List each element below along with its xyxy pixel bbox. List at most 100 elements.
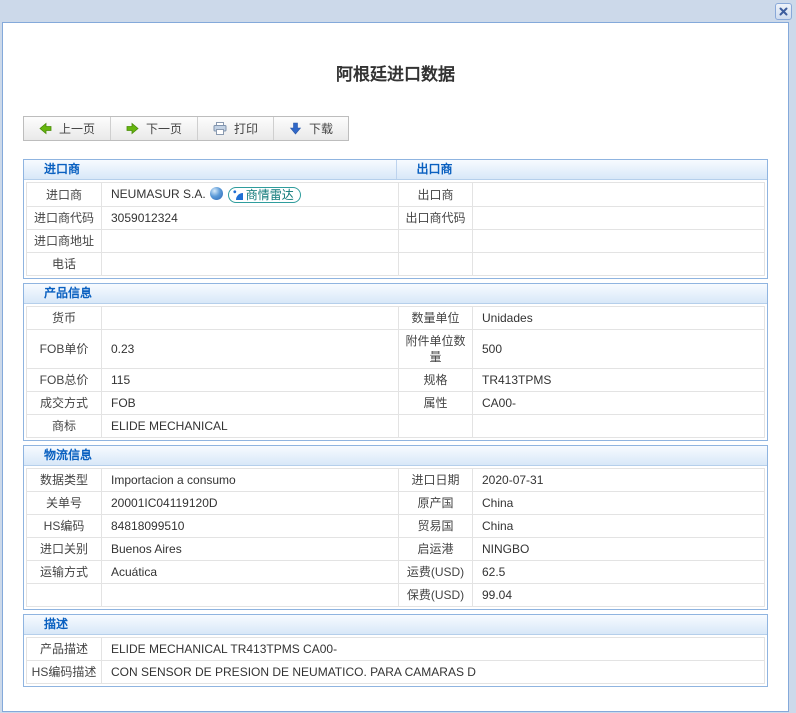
field-value bbox=[473, 207, 765, 230]
radar-icon bbox=[232, 189, 244, 201]
field-value: CON SENSOR DE PRESION DE NEUMATICO. PARA… bbox=[102, 661, 765, 684]
toolbar: 上一页 下一页 打印 下载 bbox=[23, 116, 349, 141]
field-label: 运输方式 bbox=[27, 561, 102, 584]
section-title-logistics: 物流信息 bbox=[24, 446, 767, 465]
field-label: 产品描述 bbox=[27, 638, 102, 661]
table-row: 产品描述 ELIDE MECHANICAL TR413TPMS CA00- bbox=[27, 638, 765, 661]
description-table: 产品描述 ELIDE MECHANICAL TR413TPMS CA00- HS… bbox=[26, 637, 765, 684]
field-label bbox=[27, 584, 102, 607]
table-row: HS编码 84818099510 贸易国 China bbox=[27, 515, 765, 538]
section-logistics: 物流信息 数据类型 Importacion a consumo 进口日期 202… bbox=[23, 445, 768, 610]
field-label: 出口商 bbox=[399, 183, 473, 207]
table-row: HS编码描述 CON SENSOR DE PRESION DE NEUMATIC… bbox=[27, 661, 765, 684]
badge-label: 商情雷达 bbox=[246, 187, 294, 203]
field-label bbox=[399, 253, 473, 276]
field-value bbox=[102, 253, 399, 276]
field-label: 成交方式 bbox=[27, 392, 102, 415]
field-value: China bbox=[473, 515, 765, 538]
globe-icon[interactable] bbox=[210, 187, 223, 200]
printer-icon bbox=[213, 122, 227, 135]
next-page-label: 下一页 bbox=[146, 120, 182, 137]
field-label: HS编码 bbox=[27, 515, 102, 538]
field-label: 原产国 bbox=[399, 492, 473, 515]
field-value bbox=[102, 230, 399, 253]
field-label: 进口商 bbox=[27, 183, 102, 207]
field-value bbox=[473, 230, 765, 253]
dialog: 阿根廷进口数据 上一页 下一页 打印 bbox=[2, 22, 789, 712]
field-label: 进口商代码 bbox=[27, 207, 102, 230]
field-label: 贸易国 bbox=[399, 515, 473, 538]
field-label: 商标 bbox=[27, 415, 102, 438]
table-row: FOB单价 0.23 附件单位数量 500 bbox=[27, 330, 765, 369]
section-product: 产品信息 货币 数量单位 Unidades FOB单价 0.23 bbox=[23, 283, 768, 441]
field-value: 3059012324 bbox=[102, 207, 399, 230]
print-button[interactable]: 打印 bbox=[197, 117, 273, 140]
parties-table: 进口商 NEUMASUR S.A. 商情雷达 出口商 进口商代码 30590123… bbox=[26, 182, 765, 276]
field-value: 2020-07-31 bbox=[473, 469, 765, 492]
field-label: 数据类型 bbox=[27, 469, 102, 492]
field-value: 20001IC04119120D bbox=[102, 492, 399, 515]
field-value: NINGBO bbox=[473, 538, 765, 561]
field-value: ELIDE MECHANICAL TR413TPMS CA00- bbox=[102, 638, 765, 661]
field-value: 84818099510 bbox=[102, 515, 399, 538]
field-value bbox=[102, 584, 399, 607]
field-label: 出口商代码 bbox=[399, 207, 473, 230]
table-row: 进口商地址 bbox=[27, 230, 765, 253]
field-value: 115 bbox=[102, 369, 399, 392]
field-value: 99.04 bbox=[473, 584, 765, 607]
arrow-right-icon bbox=[126, 122, 139, 135]
field-label: 数量单位 bbox=[399, 307, 473, 330]
field-label: 附件单位数量 bbox=[399, 330, 473, 369]
field-label: 属性 bbox=[399, 392, 473, 415]
table-row: 进口商代码 3059012324 出口商代码 bbox=[27, 207, 765, 230]
field-label: 进口日期 bbox=[399, 469, 473, 492]
table-row: 数据类型 Importacion a consumo 进口日期 2020-07-… bbox=[27, 469, 765, 492]
table-row: 商标 ELIDE MECHANICAL bbox=[27, 415, 765, 438]
field-value: 500 bbox=[473, 330, 765, 369]
field-value: 62.5 bbox=[473, 561, 765, 584]
field-value: 0.23 bbox=[102, 330, 399, 369]
business-radar-badge[interactable]: 商情雷达 bbox=[228, 187, 301, 203]
field-value: TR413TPMS bbox=[473, 369, 765, 392]
field-label: 电话 bbox=[27, 253, 102, 276]
field-value: Unidades bbox=[473, 307, 765, 330]
section-description: 描述 产品描述 ELIDE MECHANICAL TR413TPMS CA00-… bbox=[23, 614, 768, 687]
field-label: 启运港 bbox=[399, 538, 473, 561]
field-label: 货币 bbox=[27, 307, 102, 330]
table-row: 货币 数量单位 Unidades bbox=[27, 307, 765, 330]
next-page-button[interactable]: 下一页 bbox=[110, 117, 197, 140]
field-label bbox=[399, 415, 473, 438]
section-title-exporter: 出口商 bbox=[396, 160, 768, 179]
print-label: 打印 bbox=[234, 120, 258, 137]
field-label: 关单号 bbox=[27, 492, 102, 515]
field-value bbox=[473, 253, 765, 276]
field-value: China bbox=[473, 492, 765, 515]
importer-name: NEUMASUR S.A. bbox=[111, 187, 206, 201]
page-background: { "window": { "close_icon": "close-icon"… bbox=[0, 0, 796, 713]
field-label: 进口关别 bbox=[27, 538, 102, 561]
download-label: 下载 bbox=[309, 120, 333, 137]
section-title-description: 描述 bbox=[24, 615, 767, 634]
close-button[interactable] bbox=[775, 3, 792, 20]
download-button[interactable]: 下载 bbox=[273, 117, 348, 140]
arrow-down-icon bbox=[289, 122, 302, 135]
table-row: 运输方式 Acuática 运费(USD) 62.5 bbox=[27, 561, 765, 584]
field-value bbox=[102, 307, 399, 330]
prev-page-label: 上一页 bbox=[59, 120, 95, 137]
product-table: 货币 数量单位 Unidades FOB单价 0.23 附件单位数量 500 bbox=[26, 306, 765, 438]
field-value bbox=[473, 183, 765, 207]
field-label bbox=[399, 230, 473, 253]
table-row: 关单号 20001IC04119120D 原产国 China bbox=[27, 492, 765, 515]
section-parties-header: 进口商 出口商 bbox=[24, 160, 767, 180]
field-label: 运费(USD) bbox=[399, 561, 473, 584]
field-label: 保费(USD) bbox=[399, 584, 473, 607]
logistics-table: 数据类型 Importacion a consumo 进口日期 2020-07-… bbox=[26, 468, 765, 607]
table-row: 保费(USD) 99.04 bbox=[27, 584, 765, 607]
table-row: 进口关别 Buenos Aires 启运港 NINGBO bbox=[27, 538, 765, 561]
field-value bbox=[473, 415, 765, 438]
field-value: Buenos Aires bbox=[102, 538, 399, 561]
page-title: 阿根廷进口数据 bbox=[3, 63, 788, 87]
field-label: 规格 bbox=[399, 369, 473, 392]
prev-page-button[interactable]: 上一页 bbox=[24, 117, 110, 140]
table-row: FOB总价 115 规格 TR413TPMS bbox=[27, 369, 765, 392]
